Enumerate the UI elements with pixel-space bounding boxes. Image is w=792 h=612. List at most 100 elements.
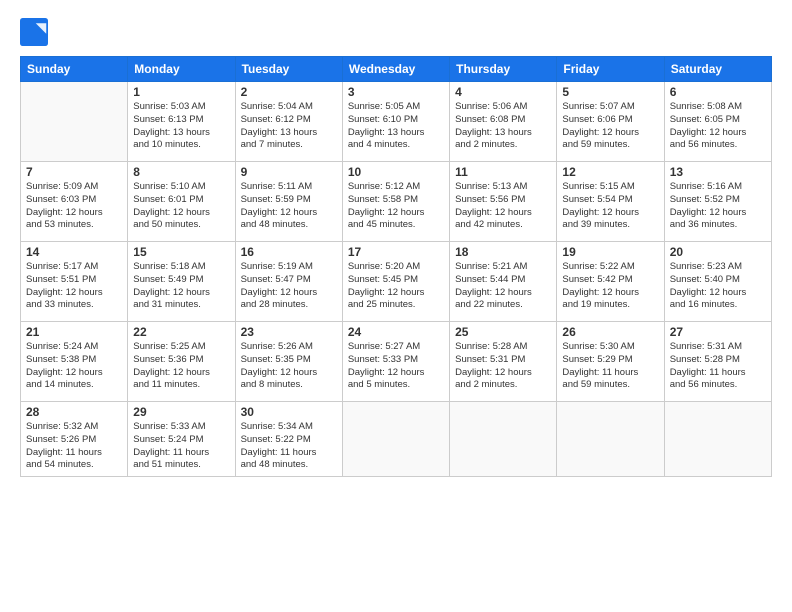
day-detail: Sunrise: 5:04 AM Sunset: 6:12 PM Dayligh… — [241, 101, 337, 152]
day-number: 29 — [133, 405, 229, 419]
day-number: 28 — [26, 405, 122, 419]
day-detail: Sunrise: 5:13 AM Sunset: 5:56 PM Dayligh… — [455, 181, 551, 232]
calendar-cell: 24Sunrise: 5:27 AM Sunset: 5:33 PM Dayli… — [342, 322, 449, 402]
day-number: 13 — [670, 165, 766, 179]
day-number: 2 — [241, 85, 337, 99]
calendar-cell — [450, 402, 557, 477]
day-detail: Sunrise: 5:33 AM Sunset: 5:24 PM Dayligh… — [133, 421, 229, 472]
day-detail: Sunrise: 5:32 AM Sunset: 5:26 PM Dayligh… — [26, 421, 122, 472]
calendar-cell: 10 Sunrise: 5:12 AM Sunset: 5:58 PM Dayli… — [342, 162, 449, 242]
day-number: 14 — [26, 245, 122, 259]
day-detail: Sunrise: 5:19 AM Sunset: 5:47 PM Dayligh… — [241, 261, 337, 312]
day-number: 21 — [26, 325, 122, 339]
day-number: 30 — [241, 405, 337, 419]
calendar-weekday-friday: Friday — [557, 57, 664, 82]
calendar-cell: 3 Sunrise: 5:05 AM Sunset: 6:10 PM Daylig… — [342, 82, 449, 162]
calendar-cell: 13 Sunrise: 5:16 AM Sunset: 5:52 PM Dayli… — [664, 162, 771, 242]
day-number: 11 — [455, 165, 551, 179]
calendar-cell: 17 Sunrise: 5:20 AM Sunset: 5:45 PM Dayli… — [342, 242, 449, 322]
calendar-cell: 5 Sunrise: 5:07 AM Sunset: 6:06 PM Daylig… — [557, 82, 664, 162]
day-detail: Sunrise: 5:12 AM Sunset: 5:58 PM Dayligh… — [348, 181, 444, 232]
day-detail: Sunrise: 5:30 AM Sunset: 5:29 PM Dayligh… — [562, 341, 658, 392]
day-detail: Sunrise: 5:26 AM Sunset: 5:35 PM Dayligh… — [241, 341, 337, 392]
calendar-cell: 8 Sunrise: 5:10 AM Sunset: 6:01 PM Daylig… — [128, 162, 235, 242]
calendar-weekday-sunday: Sunday — [21, 57, 128, 82]
day-detail: Sunrise: 5:11 AM Sunset: 5:59 PM Dayligh… — [241, 181, 337, 232]
day-number: 5 — [562, 85, 658, 99]
day-detail: Sunrise: 5:03 AM Sunset: 6:13 PM Dayligh… — [133, 101, 229, 152]
day-number: 8 — [133, 165, 229, 179]
calendar-cell: 9 Sunrise: 5:11 AM Sunset: 5:59 PM Daylig… — [235, 162, 342, 242]
calendar-cell: 6 Sunrise: 5:08 AM Sunset: 6:05 PM Daylig… — [664, 82, 771, 162]
calendar-cell: 30 Sunrise: 5:34 AM Sunset: 5:22 PM Dayli… — [235, 402, 342, 477]
calendar-cell: 2 Sunrise: 5:04 AM Sunset: 6:12 PM Daylig… — [235, 82, 342, 162]
calendar-cell: 12Sunrise: 5:15 AM Sunset: 5:54 PM Dayli… — [557, 162, 664, 242]
day-detail: Sunrise: 5:07 AM Sunset: 6:06 PM Dayligh… — [562, 101, 658, 152]
day-number: 1 — [133, 85, 229, 99]
logo — [20, 18, 52, 46]
day-detail: Sunrise: 5:24 AM Sunset: 5:38 PM Dayligh… — [26, 341, 122, 392]
calendar-header-row: SundayMondayTuesdayWednesdayThursdayFrid… — [21, 57, 772, 82]
day-number: 12 — [562, 165, 658, 179]
day-number: 3 — [348, 85, 444, 99]
day-detail: Sunrise: 5:16 AM Sunset: 5:52 PM Dayligh… — [670, 181, 766, 232]
calendar-cell — [21, 82, 128, 162]
calendar-cell: 14Sunrise: 5:17 AM Sunset: 5:51 PM Dayli… — [21, 242, 128, 322]
calendar-cell: 1 Sunrise: 5:03 AM Sunset: 6:13 PM Daylig… — [128, 82, 235, 162]
day-detail: Sunrise: 5:22 AM Sunset: 5:42 PM Dayligh… — [562, 261, 658, 312]
calendar-weekday-wednesday: Wednesday — [342, 57, 449, 82]
day-number: 27 — [670, 325, 766, 339]
day-detail: Sunrise: 5:34 AM Sunset: 5:22 PM Dayligh… — [241, 421, 337, 472]
calendar-cell: 4 Sunrise: 5:06 AM Sunset: 6:08 PM Daylig… — [450, 82, 557, 162]
day-detail: Sunrise: 5:10 AM Sunset: 6:01 PM Dayligh… — [133, 181, 229, 232]
day-detail: Sunrise: 5:21 AM Sunset: 5:44 PM Dayligh… — [455, 261, 551, 312]
day-number: 7 — [26, 165, 122, 179]
calendar-cell: 18 Sunrise: 5:21 AM Sunset: 5:44 PM Dayli… — [450, 242, 557, 322]
day-number: 23 — [241, 325, 337, 339]
calendar-cell: 20Sunrise: 5:23 AM Sunset: 5:40 PM Dayli… — [664, 242, 771, 322]
day-number: 6 — [670, 85, 766, 99]
page-header — [20, 18, 772, 46]
calendar-cell: 21 Sunrise: 5:24 AM Sunset: 5:38 PM Dayli… — [21, 322, 128, 402]
day-number: 15 — [133, 245, 229, 259]
day-detail: Sunrise: 5:08 AM Sunset: 6:05 PM Dayligh… — [670, 101, 766, 152]
day-number: 26 — [562, 325, 658, 339]
day-number: 24 — [348, 325, 444, 339]
day-detail: Sunrise: 5:20 AM Sunset: 5:45 PM Dayligh… — [348, 261, 444, 312]
calendar-cell: 19 Sunrise: 5:22 AM Sunset: 5:42 PM Dayli… — [557, 242, 664, 322]
day-detail: Sunrise: 5:25 AM Sunset: 5:36 PM Dayligh… — [133, 341, 229, 392]
day-number: 4 — [455, 85, 551, 99]
day-detail: Sunrise: 5:18 AM Sunset: 5:49 PM Dayligh… — [133, 261, 229, 312]
day-number: 25 — [455, 325, 551, 339]
logo-icon — [20, 18, 48, 46]
calendar-cell: 25 Sunrise: 5:28 AM Sunset: 5:31 PM Dayli… — [450, 322, 557, 402]
calendar-cell — [664, 402, 771, 477]
day-detail: Sunrise: 5:06 AM Sunset: 6:08 PM Dayligh… — [455, 101, 551, 152]
day-number: 18 — [455, 245, 551, 259]
calendar-cell — [557, 402, 664, 477]
day-detail: Sunrise: 5:28 AM Sunset: 5:31 PM Dayligh… — [455, 341, 551, 392]
calendar-cell: 11 Sunrise: 5:13 AM Sunset: 5:56 PM Dayli… — [450, 162, 557, 242]
calendar-weekday-monday: Monday — [128, 57, 235, 82]
calendar-cell: 23 Sunrise: 5:26 AM Sunset: 5:35 PM Dayli… — [235, 322, 342, 402]
calendar-cell — [342, 402, 449, 477]
calendar-cell: 22 Sunrise: 5:25 AM Sunset: 5:36 PM Dayli… — [128, 322, 235, 402]
day-number: 16 — [241, 245, 337, 259]
calendar-cell: 15 Sunrise: 5:18 AM Sunset: 5:49 PM Dayli… — [128, 242, 235, 322]
calendar-weekday-saturday: Saturday — [664, 57, 771, 82]
calendar-cell: 28 Sunrise: 5:32 AM Sunset: 5:26 PM Dayli… — [21, 402, 128, 477]
day-number: 17 — [348, 245, 444, 259]
calendar-cell: 29 Sunrise: 5:33 AM Sunset: 5:24 PM Dayli… — [128, 402, 235, 477]
day-number: 10 — [348, 165, 444, 179]
day-number: 9 — [241, 165, 337, 179]
day-number: 22 — [133, 325, 229, 339]
day-detail: Sunrise: 5:09 AM Sunset: 6:03 PM Dayligh… — [26, 181, 122, 232]
calendar-table: SundayMondayTuesdayWednesdayThursdayFrid… — [20, 56, 772, 477]
calendar-weekday-tuesday: Tuesday — [235, 57, 342, 82]
calendar-cell: 27Sunrise: 5:31 AM Sunset: 5:28 PM Dayli… — [664, 322, 771, 402]
calendar-weekday-thursday: Thursday — [450, 57, 557, 82]
day-number: 19 — [562, 245, 658, 259]
day-detail: Sunrise: 5:05 AM Sunset: 6:10 PM Dayligh… — [348, 101, 444, 152]
day-number: 20 — [670, 245, 766, 259]
calendar-cell: 26 Sunrise: 5:30 AM Sunset: 5:29 PM Dayli… — [557, 322, 664, 402]
